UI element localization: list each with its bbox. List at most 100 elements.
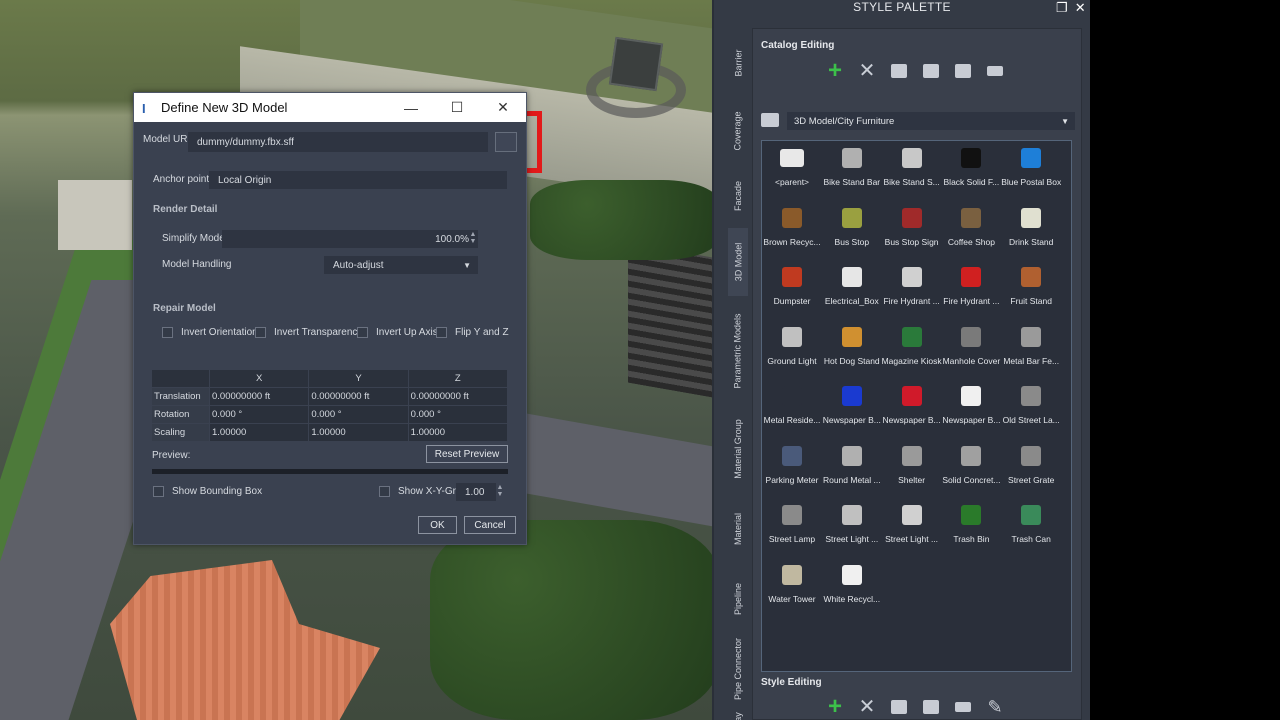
catalog-select[interactable]: 3D Model/City Furniture ▼ [787, 112, 1075, 130]
checkbox[interactable] [153, 486, 164, 497]
rotation-y-cell[interactable]: 0.000 ° [308, 405, 409, 424]
style-item[interactable]: Bus Stop [822, 203, 882, 247]
style-item[interactable]: Hot Dog Stand [822, 322, 882, 366]
style-item[interactable]: Metal Bar Fe... [1001, 322, 1061, 366]
style-item[interactable]: Street Lamp [762, 500, 822, 544]
style-item[interactable]: Newspaper B... [941, 381, 1001, 425]
minimize-icon[interactable]: — [388, 100, 434, 116]
close-icon[interactable]: ✕ [480, 99, 526, 116]
style-item[interactable]: Drink Stand [1001, 203, 1061, 247]
scaling-x-cell[interactable]: 1.00000 [208, 423, 310, 442]
style-item[interactable]: Street Light ... [822, 500, 882, 544]
style-item[interactable]: Trash Can [1001, 500, 1061, 544]
translation-z-cell[interactable]: 0.00000000 ft [407, 387, 509, 406]
tab-pipe-connector[interactable]: Pipe Connector [728, 631, 748, 706]
invert-transparency-option[interactable]: Invert Transparency [255, 327, 362, 338]
style-item[interactable]: Newspaper B... [822, 381, 882, 425]
style-item[interactable]: Coffee Shop [941, 203, 1001, 247]
style-item[interactable]: Bus Stop Sign [882, 203, 942, 247]
simplify-spinner[interactable]: ▲ ▼ [468, 231, 478, 245]
invert-up-axis-option[interactable]: Invert Up Axis [357, 327, 438, 338]
style-item[interactable]: Parking Meter [762, 441, 822, 485]
scaling-y-cell[interactable]: 1.00000 [308, 423, 409, 442]
style-item[interactable]: Dumpster [762, 262, 822, 306]
dialog-titlebar[interactable]: I Define New 3D Model — ☐ ✕ [134, 93, 526, 122]
link-icon[interactable] [953, 697, 973, 717]
style-item[interactable]: Old Street La... [1001, 381, 1061, 425]
style-item[interactable]: Fruit Stand [1001, 262, 1061, 306]
rotation-z-cell[interactable]: 0.000 ° [407, 405, 509, 424]
checkbox[interactable] [357, 327, 368, 338]
show-grid-option[interactable]: Show X-Y-Grid [379, 486, 464, 497]
checkbox[interactable] [162, 327, 173, 338]
style-item[interactable]: Magazine Kiosk [882, 322, 942, 366]
style-item[interactable]: Water Tower [762, 560, 822, 604]
simplify-model-input[interactable]: 100.0% [222, 230, 478, 248]
invert-orientation-option[interactable]: Invert Orientation [162, 327, 258, 338]
maximize-icon[interactable]: ☐ [434, 99, 480, 116]
close-icon[interactable]: ✕ [1075, 0, 1086, 15]
style-item[interactable]: Solid Concret... [941, 441, 1001, 485]
style-item[interactable]: Blue Postal Box [1001, 143, 1061, 187]
style-item[interactable]: Metal Reside... [762, 381, 822, 425]
translation-x-cell[interactable]: 0.00000000 ft [208, 387, 310, 406]
tab-barrier[interactable]: Barrier [728, 28, 748, 98]
show-bounding-box-option[interactable]: Show Bounding Box [153, 486, 262, 497]
style-item[interactable]: Manhole Cover [941, 322, 1001, 366]
style-item[interactable]: Black Solid F... [941, 143, 1001, 187]
tab-pipeline[interactable]: Pipeline [728, 566, 748, 631]
ok-button[interactable]: OK [418, 516, 457, 534]
save-icon[interactable] [921, 61, 941, 81]
style-item[interactable]: Newspaper B... [882, 381, 942, 425]
delete-icon[interactable]: ✕ [857, 697, 877, 717]
anchor-point-select[interactable]: Local Origin [209, 171, 507, 189]
style-item[interactable]: Trash Bin [941, 500, 1001, 544]
grid-size-spinner[interactable]: ▲ ▼ [495, 484, 505, 498]
browse-button[interactable] [495, 132, 517, 152]
style-item[interactable]: Shelter [882, 441, 942, 485]
style-item[interactable]: Bike Stand Bar [822, 143, 882, 187]
style-item[interactable]: Bike Stand S... [882, 143, 942, 187]
preview-area[interactable] [152, 469, 508, 474]
pencil-icon[interactable]: ✎ [985, 697, 1005, 717]
style-item[interactable]: Street Grate [1001, 441, 1061, 485]
grid-size-input[interactable]: 1.00 [456, 483, 496, 501]
flip-y-z-option[interactable]: Flip Y and Z [436, 327, 509, 338]
edit-icon[interactable] [889, 61, 909, 81]
checkbox[interactable] [255, 327, 266, 338]
translation-y-cell[interactable]: 0.00000000 ft [308, 387, 409, 406]
paste-icon[interactable] [921, 697, 941, 717]
model-handling-select[interactable]: Auto-adjust ▼ [324, 256, 478, 274]
style-item[interactable]: Fire Hydrant ... [941, 262, 1001, 306]
tab-3d-model[interactable]: 3D Model [728, 228, 748, 296]
copy-icon[interactable] [889, 697, 909, 717]
style-item[interactable]: White Recycl... [822, 560, 882, 604]
style-item[interactable]: Brown Recyc... [762, 203, 822, 247]
tab-material[interactable]: Material [728, 491, 748, 566]
checkbox[interactable] [379, 486, 390, 497]
add-icon[interactable]: + [825, 695, 845, 719]
tab-overflow[interactable]: ay [728, 706, 748, 720]
delete-icon[interactable]: ✕ [857, 61, 877, 81]
reset-preview-button[interactable]: Reset Preview [426, 445, 508, 463]
style-item[interactable]: Electrical_Box [822, 262, 882, 306]
style-item[interactable]: Round Metal ... [822, 441, 882, 485]
tab-coverage[interactable]: Coverage [728, 98, 748, 163]
add-icon[interactable]: + [825, 59, 845, 83]
catalog-folder-icon[interactable] [761, 113, 779, 127]
style-item[interactable]: Street Light ... [882, 500, 942, 544]
model-uri-input[interactable]: dummy/dummy.fbx.sff [188, 132, 488, 152]
rotation-x-cell[interactable]: 0.000 ° [208, 405, 310, 424]
link-icon[interactable] [985, 61, 1005, 81]
tab-parametric-models[interactable]: Parametric Models [728, 296, 748, 406]
style-item[interactable]: Fire Hydrant ... [882, 262, 942, 306]
checkbox[interactable] [436, 327, 447, 338]
style-item[interactable]: Ground Light [762, 322, 822, 366]
scaling-z-cell[interactable]: 1.00000 [407, 423, 509, 442]
cancel-button[interactable]: Cancel [464, 516, 516, 534]
tab-facade[interactable]: Facade [728, 163, 748, 228]
tab-material-group[interactable]: Material Group [728, 406, 748, 491]
copy-icon[interactable] [953, 61, 973, 81]
restore-icon[interactable]: ❐ [1056, 0, 1068, 15]
navigation-cube[interactable] [608, 36, 664, 92]
